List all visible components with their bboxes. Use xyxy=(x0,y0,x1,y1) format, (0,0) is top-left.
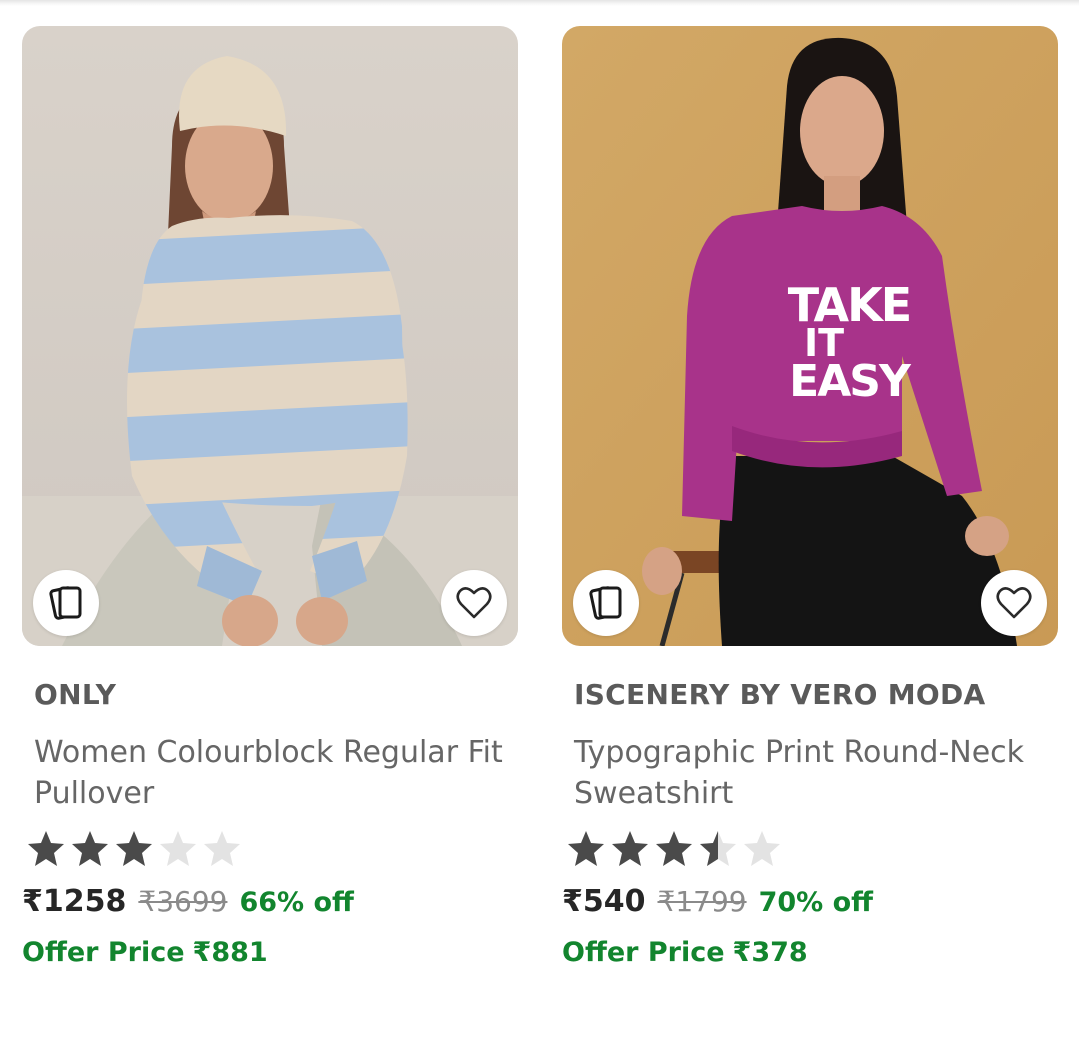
offer-price-row: Offer Price ₹881 xyxy=(22,937,518,968)
product-photo xyxy=(22,26,518,646)
brand-name: ISCENERY BY VERO MODA xyxy=(574,678,986,711)
similar-products-button[interactable] xyxy=(33,570,99,636)
star-empty-icon xyxy=(160,831,196,866)
top-divider xyxy=(0,0,1079,6)
brand-name: ONLY xyxy=(34,678,117,711)
similar-products-icon xyxy=(589,586,622,620)
original-price: ₹3699 xyxy=(138,885,228,918)
star-icon xyxy=(28,831,64,866)
star-icon xyxy=(72,831,108,866)
discount-badge: 66% off xyxy=(239,887,354,918)
product-photo: TAKE IT EASY xyxy=(562,26,1058,646)
discount-badge: 70% off xyxy=(758,887,874,918)
product-title: Typographic Print Round-Neck Sweatshirt xyxy=(574,735,1025,811)
heart-icon xyxy=(456,587,492,619)
original-price: ₹1799 xyxy=(657,885,747,918)
product-title: Women Colourblock Regular Fit Pullover xyxy=(34,735,503,811)
price-row: ₹1258 ₹3699 66% off xyxy=(22,884,518,919)
product-card[interactable]: TAKE IT EASY ISCENERY BY VERO MODA Typog… xyxy=(562,26,1058,968)
price-row: ₹540 ₹1799 70% off xyxy=(562,884,1058,919)
star-icon xyxy=(612,831,648,866)
offer-price-value: ₹378 xyxy=(732,937,808,968)
similar-products-icon xyxy=(49,586,82,620)
star-icon xyxy=(568,831,604,866)
star-rating xyxy=(24,828,518,868)
selling-price: ₹540 xyxy=(562,884,646,919)
wishlist-button[interactable] xyxy=(981,570,1047,636)
product-image[interactable]: TAKE IT EASY xyxy=(562,26,1058,646)
star-half-icon xyxy=(700,831,736,866)
offer-price-label: Offer Price xyxy=(562,937,725,968)
similar-products-button[interactable] xyxy=(573,570,639,636)
star-icon xyxy=(656,831,692,866)
star-icon xyxy=(116,831,152,866)
product-image[interactable] xyxy=(22,26,518,646)
wishlist-button[interactable] xyxy=(441,570,507,636)
star-rating xyxy=(564,828,1058,868)
offer-price-label: Offer Price xyxy=(22,937,185,968)
heart-icon xyxy=(996,587,1032,619)
star-empty-icon xyxy=(204,831,240,866)
print-text-line: EASY xyxy=(789,356,912,407)
offer-price-value: ₹881 xyxy=(192,937,268,968)
offer-price-row: Offer Price ₹378 xyxy=(562,937,1058,968)
selling-price: ₹1258 xyxy=(22,884,127,919)
product-card[interactable]: ONLY Women Colourblock Regular Fit Pullo… xyxy=(22,26,518,968)
star-empty-icon xyxy=(744,831,780,866)
